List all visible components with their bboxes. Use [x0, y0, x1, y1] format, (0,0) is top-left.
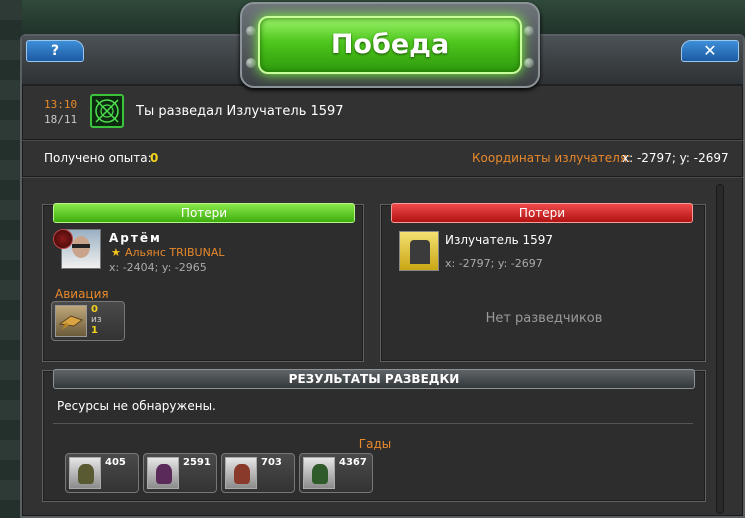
- target-name[interactable]: Излучатель 1597: [445, 233, 553, 247]
- experience-label: Получено опыта:: [44, 151, 152, 165]
- creature-crab-icon: [225, 457, 257, 489]
- divider: [22, 139, 743, 140]
- scouting-results-header: РЕЗУЛЬТАТЫ РАЗВЕДКИ: [53, 369, 695, 389]
- creature-count: 703: [261, 457, 282, 468]
- divider: [22, 176, 743, 177]
- scrollbar[interactable]: [716, 184, 724, 514]
- creature-spider-icon: [147, 457, 179, 489]
- creature-count: 2591: [183, 457, 211, 468]
- creature-mantis-shape: [312, 464, 328, 484]
- creature-card[interactable]: 703: [221, 453, 295, 493]
- report-date: 18/11: [44, 113, 78, 126]
- bolt-icon: [246, 58, 256, 68]
- creature-spider-shape: [156, 464, 172, 484]
- unit-of-label: из: [91, 315, 102, 325]
- creature-count: 4367: [339, 457, 367, 468]
- help-button[interactable]: ?: [26, 40, 84, 62]
- bolt-icon: [524, 58, 534, 68]
- clan-emblem-icon: [53, 229, 73, 249]
- emitter-icon[interactable]: [399, 231, 439, 271]
- report-summary: 13:10 18/11 Ты разведал Излучатель 1597: [22, 90, 743, 136]
- bolt-icon: [246, 26, 256, 36]
- unit-card[interactable]: 0 из 1: [51, 301, 125, 341]
- scouting-results-panel: РЕЗУЛЬТАТЫ РАЗВЕДКИ Ресурсы не обнаружен…: [42, 369, 706, 502]
- player-avatar-group: [53, 229, 103, 269]
- attacker-panel: Потери Артём ★ Альянс TRIBUNAL x: -2404;…: [42, 203, 364, 362]
- victory-title: Победа: [258, 16, 522, 74]
- unit-total: 1: [91, 325, 98, 336]
- creatures-label: Гады: [358, 437, 392, 451]
- avatar-glasses: [72, 244, 90, 248]
- creature-card[interactable]: 4367: [299, 453, 373, 493]
- creature-mantis-icon: [303, 457, 335, 489]
- experience-row: Получено опыта: 0 Координаты излучателя:…: [22, 146, 743, 172]
- emitter-core: [410, 240, 430, 264]
- bolt-icon: [524, 26, 534, 36]
- radar-icon: [90, 94, 124, 128]
- player-coords: x: -2404; y: -2965: [109, 261, 207, 274]
- star-icon: ★: [111, 246, 121, 259]
- aircraft-icon: [55, 305, 87, 337]
- unit-count: 0: [91, 304, 98, 315]
- no-resources-text: Ресурсы не обнаружены.: [57, 399, 216, 413]
- battle-report-window: ? ✕ Победа 13:10 18/11 Ты разведал Излуч…: [20, 2, 745, 518]
- attacker-losses-header: Потери: [53, 203, 355, 223]
- emitter-coords-value: x: -2797; y: -2697: [622, 151, 729, 165]
- no-scouts-text: Нет разведчиков: [485, 311, 603, 326]
- close-button[interactable]: ✕: [681, 40, 739, 62]
- creature-card[interactable]: 405: [65, 453, 139, 493]
- creature-count: 405: [105, 457, 126, 468]
- report-title: Ты разведал Излучатель 1597: [136, 104, 344, 119]
- report-time: 13:10: [44, 98, 78, 111]
- creature-crab-shape: [234, 464, 250, 484]
- alliance-link[interactable]: Альянс TRIBUNAL: [125, 246, 224, 259]
- emitter-coords-label: Координаты излучателя:: [472, 151, 632, 165]
- player-name[interactable]: Артём: [109, 231, 162, 245]
- background-left: [0, 0, 22, 518]
- creature-bug-shape: [78, 464, 94, 484]
- target-coords: x: -2797; y: -2697: [445, 257, 543, 270]
- experience-value: 0: [150, 151, 159, 165]
- defender-panel: Потери Излучатель 1597 x: -2797; y: -269…: [380, 203, 706, 362]
- divider: [53, 423, 693, 424]
- creature-bug-icon: [69, 457, 101, 489]
- defender-losses-header: Потери: [391, 203, 693, 223]
- unit-type-label: Авиация: [55, 287, 109, 301]
- title-frame: Победа: [240, 2, 540, 88]
- creature-card[interactable]: 2591: [143, 453, 217, 493]
